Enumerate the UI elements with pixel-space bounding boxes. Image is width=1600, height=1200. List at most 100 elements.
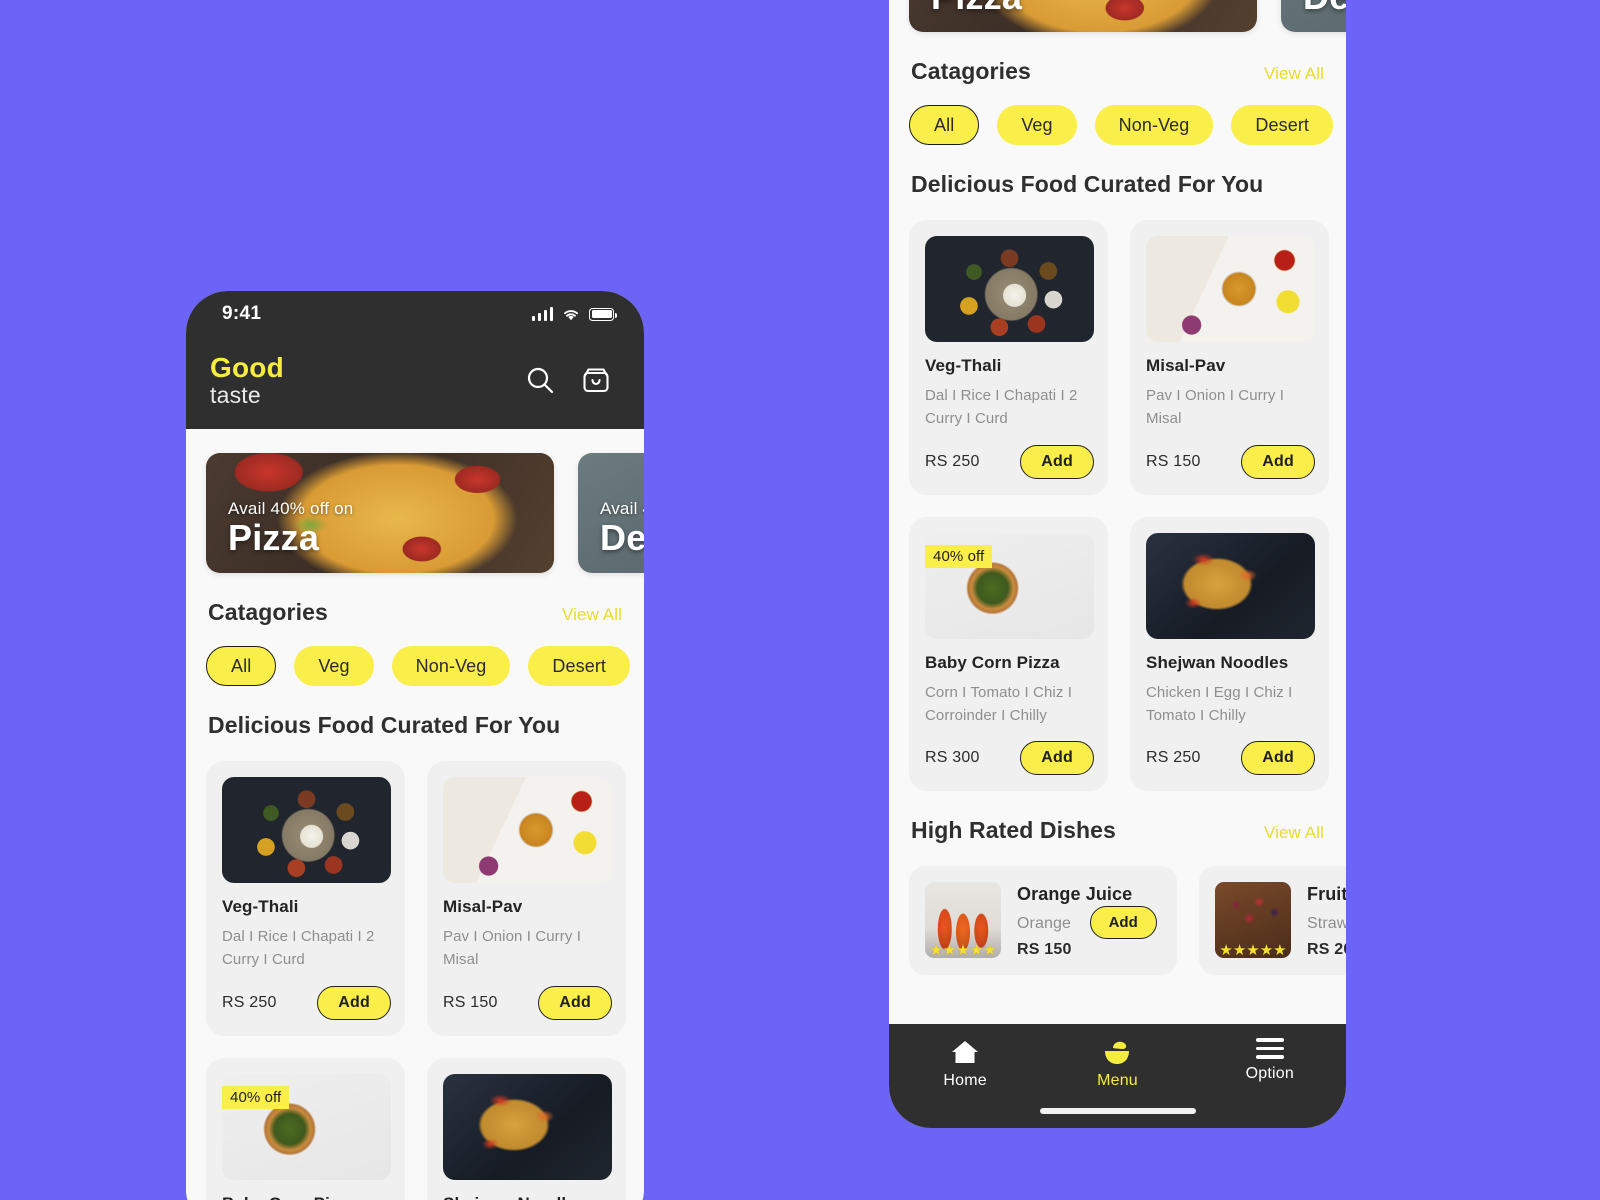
food-description: Pav I Onion I Curry I Misal [443,928,581,969]
promo-banner-carousel-left[interactable]: Avail 40% off on Pizza Avail 40% off on … [186,429,644,573]
high-rated-view-all-link[interactable]: View All [1264,823,1324,843]
food-card[interactable]: Misal-Pav Pav I Onion I Curry I Misal RS… [427,761,626,1036]
nav-item-menu[interactable]: Menu [1062,1038,1172,1090]
nav-label-option: Option [1245,1064,1294,1082]
promo-banner-subtitle: Avail 40% off on [600,499,644,518]
food-card[interactable]: 40% off Baby Corn Pizza Corn I Tomato I … [206,1057,405,1200]
food-card-footer: RS 300 Add [925,741,1094,775]
food-price: RS 150 [1146,452,1201,470]
food-image [443,777,612,883]
promo-banner[interactable]: Avail 40% off on Pizza [206,453,554,573]
curated-section-header: Delicious Food Curated For You [889,145,1346,198]
food-price: RS 250 [925,452,980,470]
category-chip-all[interactable]: All [206,646,277,686]
add-button[interactable]: Add [317,985,391,1020]
canvas-background: 9:41 Good taste Avail 40% off on Pizza A… [0,0,1600,1200]
add-button[interactable]: Add [1020,741,1094,775]
food-name: Misal-Pav [443,897,523,916]
category-chip-row-right[interactable]: All Veg Non-Veg Desert Drinks [889,85,1346,145]
food-image [1146,532,1315,639]
high-rated-title: High Rated Dishes [911,817,1116,843]
categories-view-all-link[interactable]: View All [562,605,622,625]
brand-line-2: taste [210,381,261,408]
categories-section-header: Catagories View All [889,32,1346,85]
food-image [1146,236,1315,342]
food-image [222,777,391,883]
food-card[interactable]: Misal-Pav Pav I Onion I Curry I Misal RS… [1130,220,1329,495]
category-chip-row-left[interactable]: All Veg Non-Veg Desert Drinks [186,626,644,686]
status-bar-left: 9:41 [186,291,644,337]
food-card[interactable]: Veg-Thali Dal I Rice I Chapati I 2 Curry… [909,220,1108,495]
curated-title: Delicious Food Curated For You [911,171,1264,197]
food-image: 40% off [222,1073,391,1180]
food-card-footer: RS 250 Add [222,985,391,1020]
rated-dish-info: Fruit Tart Strawberry RS 200 Add [1307,882,1346,959]
food-price: RS 250 [222,993,277,1011]
food-image: 40% off [925,532,1094,639]
rated-dish-meta: Orange RS 150 Add [1017,905,1157,959]
curated-section-header: Delicious Food Curated For You [186,686,644,739]
category-chip-all[interactable]: All [909,105,980,145]
promo-banner-title: Pizza [228,517,320,558]
food-name: Misal-Pav [1146,356,1226,375]
categories-view-all-link[interactable]: View All [1264,64,1324,84]
rated-dish-price: RS 150 [1017,941,1072,958]
food-description: Corn I Tomato I Chiz I Corroinder I Chil… [925,683,1072,724]
add-button[interactable]: Add [1020,444,1094,479]
categories-title: Catagories [911,58,1031,84]
food-card[interactable]: Veg-Thali Dal I Rice I Chapati I 2 Curry… [206,761,405,1036]
food-image [925,236,1094,342]
category-chip-non-veg[interactable]: Non-Veg [391,646,511,686]
nav-item-home[interactable]: Home [910,1038,1020,1090]
promo-banner[interactable]: Avail 40% off on Desert [578,453,644,573]
food-card-footer: RS 150 Add [443,985,612,1020]
food-price: RS 150 [443,993,498,1011]
nav-label-menu: Menu [1097,1072,1138,1089]
hamburger-menu-icon [1255,1038,1284,1059]
promo-banner[interactable]: Avail 40% off on Desert [1281,0,1346,32]
rated-dish-info: Orange Juice Orange RS 150 Add [1017,882,1157,959]
high-rated-card-row[interactable]: ★★★★★ Orange Juice Orange RS 150 Add ★★★… [889,844,1346,1001]
home-icon [952,1041,979,1063]
high-rated-section-header: High Rated Dishes View All [889,791,1346,844]
categories-title: Catagories [208,599,328,625]
food-name: Shejwan Noodles [443,1194,612,1200]
curated-card-grid-left: Veg-Thali Dal I Rice I Chapati I 2 Curry… [186,739,644,1200]
search-icon[interactable] [522,362,558,398]
food-description: Dal I Rice I Chapati I 2 Curry I Curd [222,928,375,969]
rated-dish-card[interactable]: ★★★★★ Fruit Tart Strawberry RS 200 Add [1199,866,1346,975]
shopping-bag-icon[interactable] [578,362,614,398]
rated-dish-name: Fruit Tart [1307,884,1346,904]
add-button[interactable]: Add [1089,905,1157,939]
category-chip-veg[interactable]: Veg [294,646,374,686]
add-button[interactable]: Add [538,985,612,1020]
food-name: Shejwan Noodles [1146,652,1289,672]
promo-banner-carousel-right[interactable]: Avail 40% off on Pizza Avail 40% off on … [889,0,1346,32]
nav-item-option[interactable]: Option [1215,1038,1325,1083]
promo-banner-title: Desert [600,517,644,558]
add-button[interactable]: Add [1241,444,1315,479]
screen-content-left: Avail 40% off on Pizza Avail 40% off on … [186,429,644,1200]
category-chip-veg[interactable]: Veg [997,105,1077,145]
food-card[interactable]: 40% off Baby Corn Pizza Corn I Tomato I … [909,516,1108,791]
promo-banner[interactable]: Avail 40% off on Pizza [909,0,1257,32]
food-card[interactable]: Shejwan Noodles Chicken I Egg I Chiz I T… [427,1057,626,1200]
status-bar-time: 9:41 [222,303,262,324]
phone-mockup-left: 9:41 Good taste Avail 40% off on Pizza A… [186,291,644,1200]
add-button[interactable]: Add [1241,741,1315,775]
food-name: Baby Corn Pizza [925,652,1060,672]
cellular-signal-icon [531,306,553,321]
rated-dish-card[interactable]: ★★★★★ Orange Juice Orange RS 150 Add [909,866,1177,975]
phone-mockup-right: Avail 40% off on Pizza Avail 40% off on … [889,0,1346,1128]
promo-banner-title: Pizza [931,0,1257,18]
food-card[interactable]: Shejwan Noodles Chicken I Egg I Chiz I T… [1130,516,1329,791]
category-chip-non-veg[interactable]: Non-Veg [1094,105,1214,145]
category-chip-desert[interactable]: Desert [1231,105,1334,145]
screen-content-right: Avail 40% off on Pizza Avail 40% off on … [889,0,1346,1001]
promo-banner-title: Desert [1303,0,1346,18]
bottom-navigation-bar: Home Menu Option [889,1024,1346,1128]
discount-badge: 40% off [222,1085,290,1109]
food-card-footer: RS 250 Add [925,444,1094,479]
promo-banner-subtitle: Avail 40% off on [228,499,354,518]
category-chip-desert[interactable]: Desert [528,646,631,686]
